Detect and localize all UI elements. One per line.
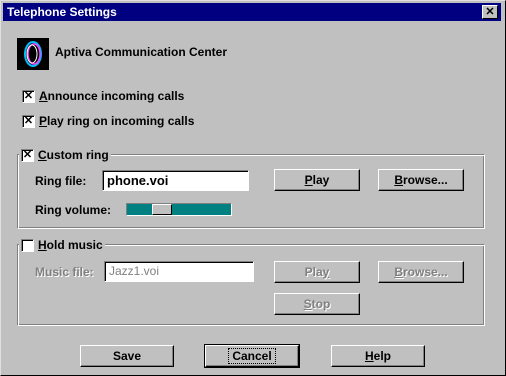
ring-file-label: Ring file: (35, 174, 87, 188)
ring-file-input[interactable]: phone.voi (102, 170, 249, 191)
music-file-input[interactable]: Jazz1.voi (104, 261, 254, 282)
cancel-label: Cancel (228, 348, 276, 364)
ring-browse-button[interactable]: Browse... (378, 169, 464, 191)
announce-calls-checkbox[interactable]: ✕ (22, 90, 35, 103)
cancel-button[interactable]: Cancel (204, 344, 300, 368)
close-icon: ✕ (485, 6, 495, 18)
music-play-button[interactable]: Play (274, 261, 360, 283)
ring-volume-thumb[interactable] (152, 204, 172, 215)
announce-calls-label[interactable]: Announce incoming calls (39, 89, 184, 103)
music-stop-button[interactable]: Stop (274, 293, 360, 315)
custom-ring-checkbox[interactable]: ✕ (21, 149, 34, 163)
ring-volume-slider[interactable] (126, 203, 232, 216)
close-button[interactable]: ✕ (482, 5, 498, 19)
custom-ring-group (17, 154, 485, 229)
help-button[interactable]: Help (331, 345, 425, 367)
aptiva-logo-icon (17, 38, 49, 70)
play-ring-checkbox[interactable]: ✕ (22, 115, 35, 128)
telephone-settings-dialog: Telephone Settings ✕ Aptiva Communicatio… (0, 0, 506, 376)
title-bar: Telephone Settings ✕ (3, 3, 501, 21)
music-browse-button[interactable]: Browse... (378, 261, 464, 283)
hold-music-checkbox[interactable] (21, 239, 34, 253)
ring-volume-label: Ring volume: (35, 203, 112, 217)
hold-music-header[interactable]: Hold music (19, 238, 105, 253)
play-ring-label[interactable]: Play ring on incoming calls (39, 114, 194, 128)
app-name: Aptiva Communication Center (55, 45, 228, 59)
window-title: Telephone Settings (7, 5, 117, 19)
music-file-label: Music file: (35, 265, 94, 279)
hold-music-group (17, 244, 485, 326)
save-button[interactable]: Save (80, 345, 174, 367)
custom-ring-header[interactable]: ✕ Custom ring (19, 148, 111, 163)
ring-play-button[interactable]: Play (274, 169, 360, 191)
